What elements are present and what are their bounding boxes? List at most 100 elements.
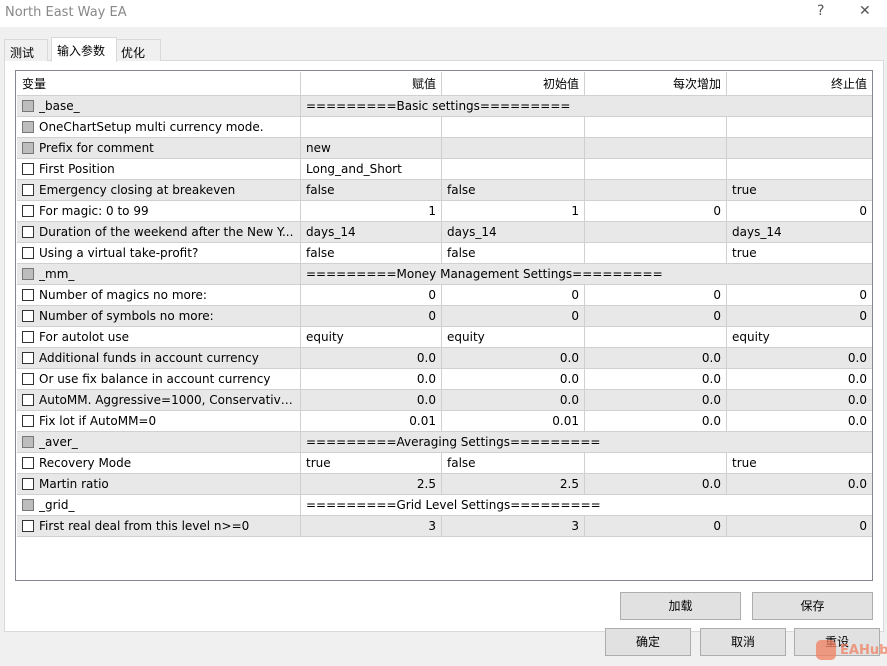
step-cell[interactable]: 0.0 xyxy=(585,369,727,389)
variable-cell[interactable]: _mm_ xyxy=(17,264,301,284)
value-cell[interactable]: 0 xyxy=(301,285,442,305)
variable-cell[interactable]: Duration of the weekend after the New Y.… xyxy=(17,222,301,242)
table-row[interactable]: Or use fix balance in account currency 0.… xyxy=(17,369,872,390)
tab-test[interactable]: 测试 xyxy=(4,39,48,61)
checkbox[interactable] xyxy=(22,415,34,427)
value-cell[interactable]: equity xyxy=(301,327,442,347)
column-header-step[interactable]: 每次增加 xyxy=(585,72,727,96)
step-cell[interactable] xyxy=(585,222,727,242)
stop-cell[interactable]: 0.0 xyxy=(727,411,872,431)
variable-cell[interactable]: _base_ xyxy=(17,96,301,116)
stop-cell[interactable]: true xyxy=(727,453,872,473)
value-cell[interactable]: 0.0 xyxy=(301,390,442,410)
value-cell[interactable]: days_14 xyxy=(301,222,442,242)
value-cell[interactable]: 3 xyxy=(301,516,442,536)
table-row[interactable]: First real deal from this level n>=0 3 3 0 0 xyxy=(17,516,872,537)
step-cell[interactable] xyxy=(585,453,727,473)
stop-cell[interactable]: 0.0 xyxy=(727,348,872,368)
column-header-variable[interactable]: 变量 xyxy=(17,72,301,96)
stop-cell[interactable]: 0 xyxy=(727,306,872,326)
start-cell[interactable]: false xyxy=(442,180,585,200)
table-row[interactable]: _aver_ =========Averaging Settings=======… xyxy=(17,432,872,453)
value-cell[interactable]: 0.0 xyxy=(301,348,442,368)
stop-cell[interactable]: true xyxy=(727,243,872,263)
step-cell[interactable]: 0.0 xyxy=(585,474,727,494)
table-row[interactable]: First Position Long_and_Short xyxy=(17,159,872,180)
checkbox[interactable] xyxy=(22,289,34,301)
stop-cell[interactable]: 0.0 xyxy=(727,369,872,389)
start-cell[interactable]: 0 xyxy=(442,285,585,305)
start-cell[interactable]: false xyxy=(442,243,585,263)
cancel-button[interactable]: 取消 xyxy=(700,628,786,656)
table-row[interactable]: Fix lot if AutoMM=0 0.01 0.01 0.0 0.0 xyxy=(17,411,872,432)
value-cell[interactable]: false xyxy=(301,180,442,200)
stop-cell[interactable]: equity xyxy=(727,327,872,347)
step-cell[interactable] xyxy=(585,159,727,179)
step-cell[interactable] xyxy=(585,117,727,137)
checkbox[interactable] xyxy=(22,163,34,175)
variable-cell[interactable]: First real deal from this level n>=0 xyxy=(17,516,301,536)
start-cell[interactable]: 0.01 xyxy=(442,411,585,431)
step-cell[interactable]: 0 xyxy=(585,516,727,536)
variable-cell[interactable]: Emergency closing at breakeven xyxy=(17,180,301,200)
start-cell[interactable]: 3 xyxy=(442,516,585,536)
variable-cell[interactable]: For magic: 0 to 99 xyxy=(17,201,301,221)
step-cell[interactable]: 0.0 xyxy=(585,390,727,410)
value-cell[interactable] xyxy=(301,117,442,137)
checkbox[interactable] xyxy=(22,373,34,385)
table-row[interactable]: Prefix for comment new xyxy=(17,138,872,159)
stop-cell[interactable] xyxy=(727,117,872,137)
start-cell[interactable]: 2.5 xyxy=(442,474,585,494)
stop-cell[interactable]: 0 xyxy=(727,285,872,305)
table-row[interactable]: Duration of the weekend after the New Y.… xyxy=(17,222,872,243)
close-button[interactable]: ✕ xyxy=(859,3,871,19)
column-header-start[interactable]: 初始值 xyxy=(442,72,585,96)
value-cell[interactable]: 0.0 xyxy=(301,369,442,389)
checkbox[interactable] xyxy=(22,310,34,322)
table-row[interactable]: Martin ratio 2.5 2.5 0.0 0.0 xyxy=(17,474,872,495)
variable-cell[interactable]: _aver_ xyxy=(17,432,301,452)
table-row[interactable]: OneChartSetup multi currency mode. xyxy=(17,117,872,138)
table-row[interactable]: Additional funds in account currency 0.0 0… xyxy=(17,348,872,369)
help-button[interactable]: ? xyxy=(817,3,824,19)
step-cell[interactable]: 0 xyxy=(585,306,727,326)
start-cell[interactable] xyxy=(442,117,585,137)
value-cell[interactable]: 0 xyxy=(301,306,442,326)
start-cell[interactable]: days_14 xyxy=(442,222,585,242)
column-header-stop[interactable]: 终止值 xyxy=(727,72,872,96)
variable-cell[interactable]: _grid_ xyxy=(17,495,301,515)
start-cell[interactable]: 1 xyxy=(442,201,585,221)
checkbox[interactable] xyxy=(22,352,34,364)
stop-cell[interactable]: 0 xyxy=(727,516,872,536)
checkbox[interactable] xyxy=(22,478,34,490)
table-row[interactable]: _mm_ =========Money Management Settings==… xyxy=(17,264,872,285)
checkbox[interactable] xyxy=(22,331,34,343)
checkbox[interactable] xyxy=(22,520,34,532)
table-row[interactable]: For autolot use equity equity equity xyxy=(17,327,872,348)
step-cell[interactable] xyxy=(585,138,727,158)
checkbox[interactable] xyxy=(22,100,34,112)
stop-cell[interactable] xyxy=(727,159,872,179)
step-cell[interactable] xyxy=(585,180,727,200)
variable-cell[interactable]: Prefix for comment xyxy=(17,138,301,158)
variable-cell[interactable]: Number of symbols no more: xyxy=(17,306,301,326)
table-row[interactable]: Number of symbols no more: 0 0 0 0 xyxy=(17,306,872,327)
checkbox[interactable] xyxy=(22,247,34,259)
variable-cell[interactable]: OneChartSetup multi currency mode. xyxy=(17,117,301,137)
checkbox[interactable] xyxy=(22,121,34,133)
value-cell[interactable]: true xyxy=(301,453,442,473)
checkbox[interactable] xyxy=(22,499,34,511)
tab-optimization[interactable]: 优化 xyxy=(115,39,161,61)
stop-cell[interactable]: 0 xyxy=(727,201,872,221)
step-cell[interactable] xyxy=(585,243,727,263)
step-cell[interactable]: 0.0 xyxy=(585,411,727,431)
variable-cell[interactable]: Number of magics no more: xyxy=(17,285,301,305)
group-value-cell[interactable]: =========Basic settings========= xyxy=(301,96,872,116)
save-button[interactable]: 保存 xyxy=(752,592,873,620)
checkbox[interactable] xyxy=(22,457,34,469)
step-cell[interactable] xyxy=(585,327,727,347)
start-cell[interactable]: 0.0 xyxy=(442,348,585,368)
stop-cell[interactable] xyxy=(727,138,872,158)
load-button[interactable]: 加载 xyxy=(620,592,741,620)
table-row[interactable]: _base_ =========Basic settings========= xyxy=(17,96,872,117)
